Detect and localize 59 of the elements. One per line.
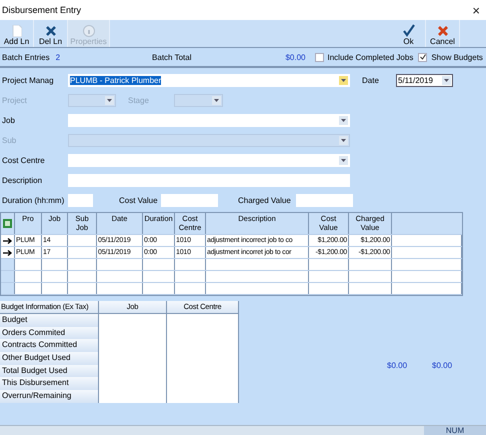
- caret-icon: [107, 99, 112, 102]
- info-icon: [82, 25, 94, 37]
- row-header: Budget: [0, 314, 99, 327]
- cost-centre-field[interactable]: [68, 154, 350, 167]
- field-label: Project Manag: [2, 76, 55, 85]
- field-label: Date: [362, 76, 380, 85]
- field-label: Cost Value: [119, 196, 159, 205]
- caret-icon: [444, 79, 449, 82]
- spreadsheet-icon: [3, 219, 12, 228]
- delete-icon: [44, 25, 56, 37]
- row-header[interactable]: [1, 259, 15, 270]
- caret-icon: [341, 79, 346, 82]
- toolbar-button[interactable]: Add Ln: [0, 20, 34, 47]
- project-manager-field[interactable]: PLUMB - Patrick Plumber: [68, 74, 350, 87]
- window-title: Disbursement Entry: [2, 5, 82, 15]
- num-lock-indicator: NUM: [424, 426, 486, 435]
- row-header: Contracts Committed: [0, 339, 99, 352]
- row-header: Total Budget Used: [0, 364, 99, 378]
- page-icon: [12, 25, 22, 37]
- field-label: Job: [2, 116, 16, 125]
- checkbox[interactable]: [314, 52, 324, 62]
- check-icon: [402, 24, 414, 37]
- checkbox-label: Show Budgets: [431, 52, 483, 62]
- row-header[interactable]: [1, 271, 15, 282]
- field-label: Stage: [128, 96, 150, 105]
- row-header: Orders Commited: [0, 326, 99, 340]
- job-field[interactable]: [68, 114, 350, 127]
- date-field[interactable]: 5/11/2019: [396, 74, 453, 87]
- field-label: Sub: [2, 136, 18, 145]
- cost-value-field[interactable]: [161, 194, 218, 207]
- selected-value: PLUMB - Patrick Plumber: [70, 76, 162, 85]
- charged-value-field[interactable]: [296, 194, 353, 207]
- caret-icon: [341, 159, 346, 162]
- close-button[interactable]: ×: [472, 2, 480, 18]
- field-label: Cost Centre: [2, 156, 46, 165]
- batch-total-value: $0.00: [285, 52, 306, 62]
- cancel-icon: [436, 25, 448, 37]
- toolbar-button[interactable]: Cancel: [426, 20, 460, 47]
- description-field[interactable]: [68, 174, 350, 187]
- caret-icon: [214, 99, 219, 102]
- field-label: Description: [2, 176, 44, 185]
- row-header: This Disbursement: [0, 377, 99, 390]
- row-header: Overrun/Remaining: [0, 390, 99, 403]
- toolbar-button[interactable]: Ok: [392, 20, 426, 47]
- caret-icon: [341, 119, 346, 122]
- checkbox-label: Include Completed Jobs: [328, 52, 414, 62]
- duration-field[interactable]: [68, 194, 93, 207]
- field-label: Project: [2, 96, 28, 105]
- field-label: Charged Value: [238, 196, 292, 205]
- field-label: Duration (hh:mm): [2, 196, 66, 205]
- total-value: $0.00: [387, 361, 408, 370]
- row-header[interactable]: [1, 283, 15, 294]
- caret-icon: [341, 139, 346, 142]
- batch-entries-count: 2: [56, 52, 60, 62]
- batch-total-label: Batch Total: [152, 52, 192, 62]
- row-header: Other Budget Used: [0, 352, 99, 365]
- total-value: $0.00: [432, 361, 452, 370]
- batch-entries-label: Batch Entries: [2, 52, 50, 62]
- checkbox[interactable]: [418, 52, 428, 62]
